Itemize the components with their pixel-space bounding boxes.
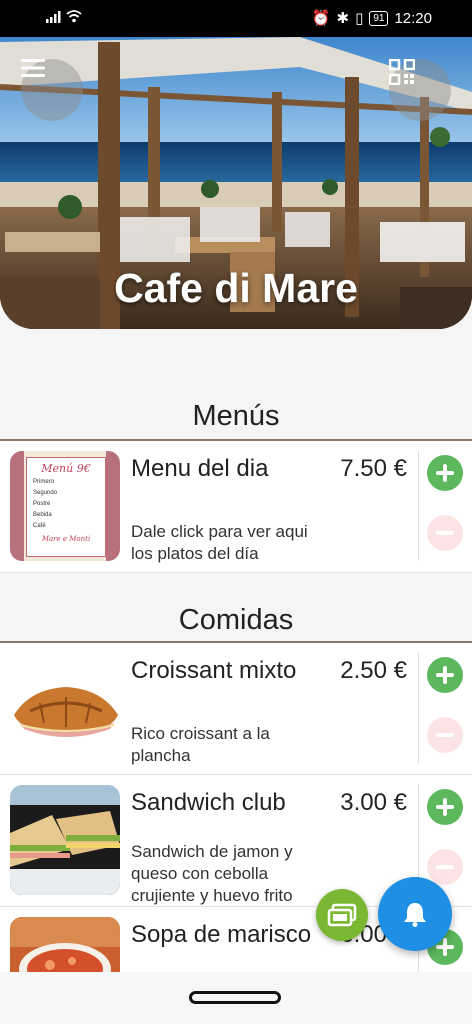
- menu-button[interactable]: [21, 59, 83, 121]
- hamburger-icon: [21, 59, 45, 77]
- remove-button[interactable]: [427, 515, 463, 551]
- item-name: Menu del dia: [131, 455, 269, 482]
- menu-card-line: Postre: [33, 501, 51, 507]
- minus-icon: [436, 733, 454, 737]
- item-description: Rico croissant a la plancha: [131, 724, 270, 765]
- battery-level: 91: [369, 10, 389, 26]
- menu-card-line: Primero: [33, 479, 55, 485]
- add-button[interactable]: [427, 455, 463, 491]
- receipt-money-icon: [327, 903, 357, 927]
- plus-icon: [436, 464, 454, 482]
- sandwich-thumbnail: [10, 785, 120, 895]
- bluetooth-icon: ✱: [336, 10, 350, 27]
- hero-banner: Cafe di Mare: [0, 37, 472, 329]
- add-button[interactable]: [427, 657, 463, 693]
- item-description: Sandwich de jamon y queso con cebolla cr…: [131, 842, 293, 905]
- item-description: Dale click para ver aqui los platos del …: [131, 522, 308, 563]
- menu-card-line: Bebida: [33, 512, 52, 518]
- clock: 12:20: [394, 9, 432, 27]
- item-price: 3.00 €: [336, 789, 407, 817]
- remove-button[interactable]: [427, 849, 463, 885]
- home-indicator[interactable]: [189, 991, 281, 1004]
- section-title-comidas: Comidas: [178, 604, 294, 636]
- item-name: Sopa de marisco: [131, 921, 312, 948]
- minus-icon: [436, 531, 454, 535]
- item-name: Croissant mixto: [131, 657, 297, 684]
- status-right: ⏰ ✱ ▯ 91 12:20: [311, 9, 432, 28]
- status-left: [46, 10, 82, 23]
- alarm-icon: ⏰: [311, 10, 331, 27]
- menu-item-menu-del-dia[interactable]: Menú 9€ Primero Segundo Postre Bebida Ca…: [0, 441, 472, 573]
- bell-icon: [404, 903, 426, 927]
- sandwich-image: [10, 805, 120, 895]
- order-button[interactable]: [316, 889, 368, 941]
- croissant-image: [14, 687, 118, 737]
- menu-card-line: Segundo: [33, 490, 58, 496]
- add-button[interactable]: [427, 789, 463, 825]
- qr-code-button[interactable]: [389, 59, 451, 121]
- item-price: 7.50 €: [336, 455, 407, 483]
- system-nav-bar: [0, 972, 472, 1024]
- item-separator: [418, 451, 419, 561]
- item-name: Sandwich club: [131, 789, 286, 816]
- soup-image: [10, 917, 120, 972]
- soup-thumbnail: [10, 917, 120, 972]
- menu-card-footer: Mare e Monti: [41, 535, 91, 543]
- menu-del-dia-thumbnail: Menú 9€ Primero Segundo Postre Bebida Ca…: [10, 451, 120, 561]
- remove-button[interactable]: [427, 717, 463, 753]
- notification-button[interactable]: [378, 877, 452, 951]
- plus-icon: [436, 666, 454, 684]
- minus-icon: [436, 865, 454, 869]
- restaurant-title: Cafe di Mare: [114, 265, 358, 311]
- menu-item-croissant-mixto[interactable]: Croissant mixto 2.50 € Rico croissant a …: [0, 643, 472, 775]
- item-price: 2.50 €: [336, 657, 407, 685]
- menu-card-line: Café: [33, 523, 46, 529]
- item-separator: [418, 653, 419, 763]
- menu-card-heading: Menú 9€: [41, 462, 91, 475]
- qr-code-icon: [389, 59, 415, 85]
- croissant-thumbnail: [10, 653, 120, 763]
- section-title-menus: Menús: [192, 400, 280, 432]
- status-bar: ⏰ ✱ ▯ 91 12:20: [0, 0, 472, 37]
- vibrate-icon: ▯: [355, 10, 364, 27]
- signal-icon: [46, 11, 61, 23]
- plus-icon: [436, 798, 454, 816]
- wifi-icon: [66, 10, 82, 23]
